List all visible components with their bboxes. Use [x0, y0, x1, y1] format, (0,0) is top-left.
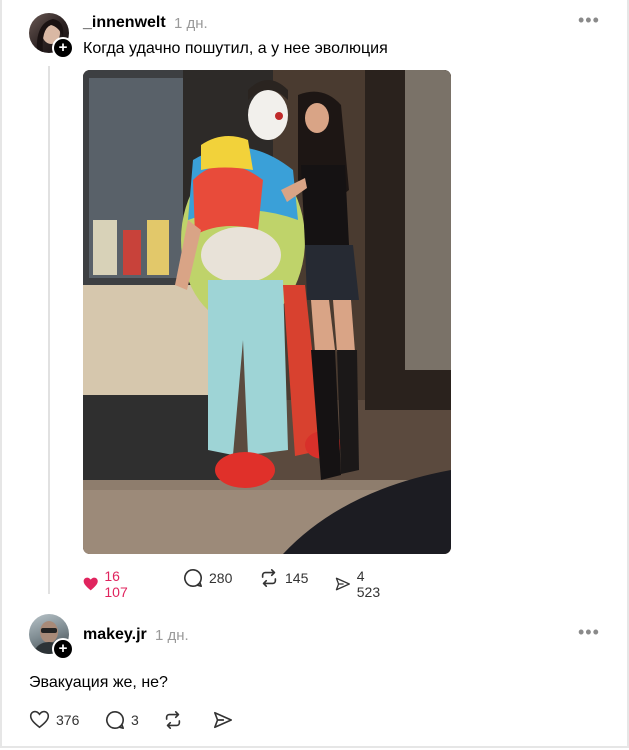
reply-text: Эвакуация же, не? — [29, 674, 168, 691]
comment-count: 280 — [209, 570, 233, 586]
repost-icon — [261, 569, 277, 587]
more-icon[interactable]: ••• — [578, 622, 600, 643]
more-icon[interactable]: ••• — [578, 10, 600, 31]
reply-repost-button[interactable] — [163, 710, 183, 730]
share-icon — [335, 577, 350, 591]
heart-filled-icon — [83, 577, 98, 591]
thread-line — [48, 66, 50, 594]
comment-icon — [184, 569, 202, 587]
reply-like-count: 376 — [56, 711, 80, 728]
reply-comment-button[interactable]: 3 — [105, 710, 139, 730]
repost-count: 145 — [285, 570, 309, 586]
heart-outline-icon — [29, 710, 50, 729]
reply-share-button[interactable] — [213, 710, 233, 730]
like-button[interactable]: 16 107 — [83, 568, 134, 600]
repost-button[interactable]: 145 — [259, 568, 308, 588]
follow-plus-icon[interactable]: + — [52, 638, 74, 660]
share-button[interactable]: 4 523 — [335, 568, 384, 600]
comment-button[interactable]: 280 — [183, 568, 232, 588]
share-icon — [214, 711, 232, 729]
follow-plus-icon[interactable]: + — [52, 37, 74, 59]
post: + _innenwelt 1 дн. ••• Когда удачно пошу… — [0, 0, 629, 603]
comment-icon — [106, 711, 124, 729]
reply-like-button[interactable]: 376 — [29, 710, 79, 729]
reply-username[interactable]: makey.jr — [83, 626, 147, 644]
share-count: 4 523 — [356, 568, 381, 600]
post-photo[interactable] — [83, 70, 451, 554]
like-count: 16 107 — [104, 568, 128, 600]
photo-illustration — [83, 70, 451, 554]
repost-icon — [165, 711, 181, 729]
post-username[interactable]: _innenwelt — [83, 14, 166, 32]
reply-timestamp: 1 дн. — [155, 627, 189, 644]
post-timestamp: 1 дн. — [174, 15, 208, 32]
post-caption: Когда удачно пошутил, а у нее эволюция — [83, 40, 388, 57]
reply-comment-count: 3 — [131, 712, 139, 728]
